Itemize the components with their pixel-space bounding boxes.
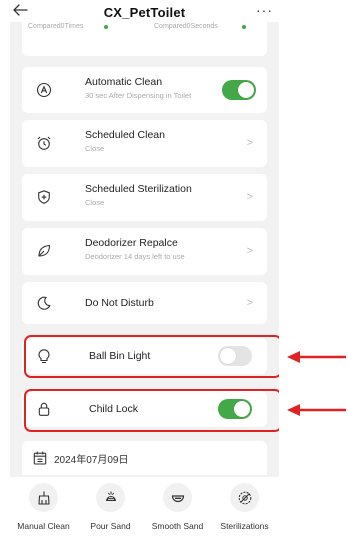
setting-subtitle: Close bbox=[85, 198, 105, 207]
toggle-knob bbox=[238, 82, 254, 98]
stats-seconds-text: Compared0Seconds bbox=[154, 23, 218, 30]
setting-subtitle: Deodorizer 14 days left to use bbox=[85, 252, 185, 261]
action-icon-bg bbox=[163, 483, 192, 512]
automatic-clean-toggle[interactable] bbox=[222, 80, 256, 100]
manual-clean-button[interactable]: Manual Clean bbox=[10, 483, 77, 531]
broom-icon bbox=[37, 491, 50, 505]
more-options-icon[interactable]: ··· bbox=[256, 2, 273, 18]
sterilize-icon bbox=[238, 491, 251, 504]
chevron-right-icon: > bbox=[246, 137, 253, 149]
sterilizations-button[interactable]: Sterilizations bbox=[211, 483, 278, 531]
top-bar: CX_PetToilet ··· bbox=[10, 0, 279, 22]
pour-sand-button[interactable]: Pour Sand bbox=[77, 483, 144, 531]
stats-times-text: Compared0Times bbox=[28, 23, 84, 30]
alarm-clock-icon bbox=[37, 136, 51, 150]
chevron-right-icon: > bbox=[246, 245, 253, 257]
chevron-right-icon: > bbox=[246, 191, 253, 203]
app-screen: CX_PetToilet ··· Compared0Times Compared… bbox=[10, 0, 279, 542]
action-label: Sterilizations bbox=[220, 521, 269, 531]
date-text: 2024年07月09日 bbox=[54, 455, 129, 466]
calendar-icon bbox=[33, 451, 47, 465]
status-dot bbox=[104, 25, 108, 29]
leaf-icon bbox=[38, 244, 51, 257]
action-label: Manual Clean bbox=[17, 521, 70, 531]
status-dot bbox=[242, 25, 246, 29]
action-icon-bg bbox=[230, 483, 259, 512]
smooth-sand-icon bbox=[171, 494, 184, 502]
annotation-arrow-child-lock bbox=[287, 404, 346, 416]
action-label: Pour Sand bbox=[90, 521, 131, 531]
setting-deodorizer[interactable]: Deodorizer Repalce Deodorizer 14 days le… bbox=[22, 228, 267, 275]
action-icon-bg bbox=[96, 483, 125, 512]
smooth-sand-button[interactable]: Smooth Sand bbox=[144, 483, 211, 531]
setting-title: Scheduled Sterilization bbox=[85, 183, 192, 195]
chevron-right-icon: > bbox=[246, 297, 253, 309]
auto-a-icon bbox=[36, 82, 52, 98]
highlight-box-ball-bin-light bbox=[24, 335, 279, 378]
action-icon-bg bbox=[29, 483, 58, 512]
pour-sand-icon bbox=[105, 491, 116, 501]
setting-title: Automatic Clean bbox=[85, 76, 163, 88]
page-title: CX_PetToilet bbox=[103, 5, 186, 20]
annotation-arrow-ball-bin-light bbox=[287, 351, 346, 363]
date-row[interactable]: 2024年07月09日 bbox=[22, 441, 267, 475]
setting-scheduled-clean[interactable]: Scheduled Clean Close > bbox=[22, 120, 267, 167]
action-label: Smooth Sand bbox=[151, 521, 204, 531]
shield-plus-icon bbox=[38, 190, 50, 204]
setting-title: Do Not Disturb bbox=[85, 297, 154, 309]
setting-subtitle: 30 sec After Dispensing in Toilet bbox=[85, 91, 192, 100]
highlight-box-child-lock bbox=[24, 389, 279, 432]
bottom-action-bar: Manual Clean Pour Sand Smooth Sand Steri… bbox=[10, 477, 279, 542]
setting-do-not-disturb[interactable]: Do Not Disturb > bbox=[22, 282, 267, 324]
setting-scheduled-sterilization[interactable]: Scheduled Sterilization Close > bbox=[22, 174, 267, 221]
setting-subtitle: Close bbox=[85, 144, 105, 153]
moon-icon bbox=[37, 296, 51, 310]
setting-title: Deodorizer Repalce bbox=[85, 237, 178, 249]
setting-automatic-clean: Automatic Clean 30 sec After Dispensing … bbox=[22, 67, 267, 113]
setting-title: Scheduled Clean bbox=[85, 129, 165, 141]
stats-row: Compared0Times Compared0Seconds bbox=[22, 22, 267, 56]
